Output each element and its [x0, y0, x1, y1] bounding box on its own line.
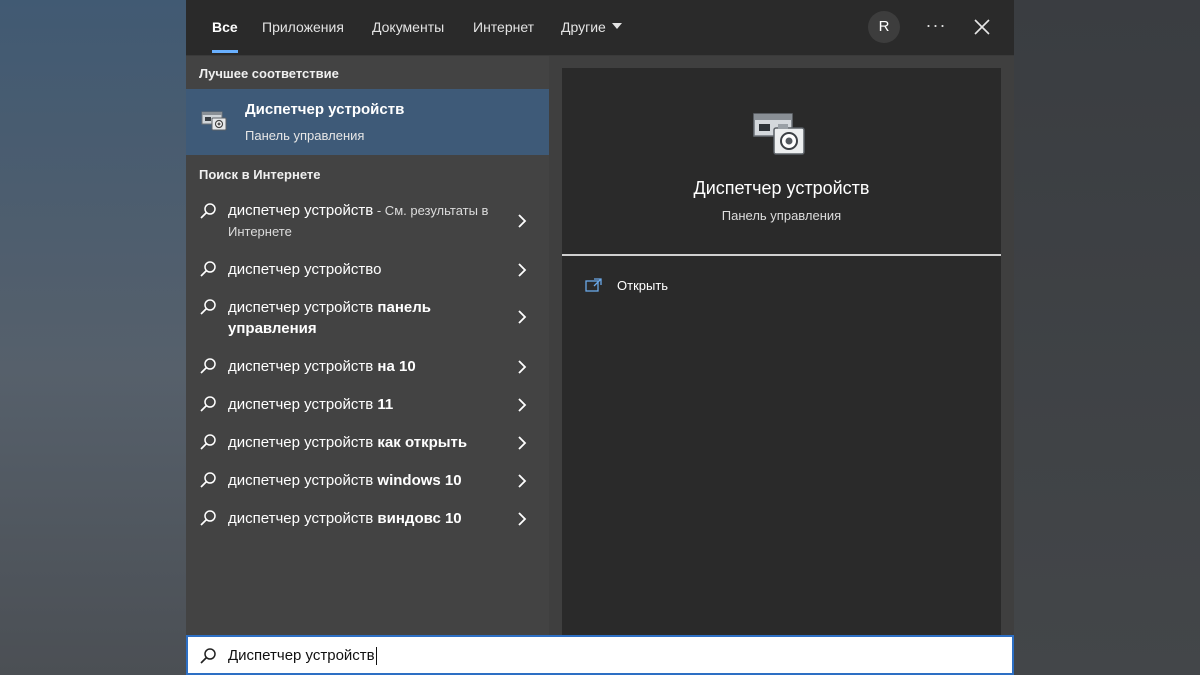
chevron-right-icon: [518, 263, 527, 277]
web-result-item[interactable]: диспетчер устройств панель управления: [186, 295, 549, 343]
best-match-subtitle: Панель управления: [245, 128, 365, 143]
preview-divider: [562, 254, 1001, 256]
tab-apps[interactable]: Приложения: [262, 0, 344, 55]
preview-subtitle: Панель управления: [721, 208, 842, 223]
tab-more[interactable]: Другие: [561, 0, 622, 55]
search-icon: [200, 472, 216, 488]
search-icon: [200, 203, 216, 219]
tab-all[interactable]: Все: [212, 0, 238, 55]
open-action-label: Открыть: [617, 278, 669, 293]
account-avatar[interactable]: R: [868, 11, 900, 43]
search-icon: [200, 434, 216, 450]
more-options-icon[interactable]: ···: [923, 11, 949, 43]
web-result-text: диспетчер устройств: [228, 396, 374, 413]
desktop-background-right: [1014, 0, 1200, 675]
web-result-item[interactable]: диспетчер устройств 11: [186, 392, 549, 420]
open-external-icon: [585, 278, 602, 292]
search-box[interactable]: Диспетчер устройств: [186, 635, 1014, 675]
web-result-item[interactable]: диспетчер устройств виндовс 10: [186, 506, 549, 534]
tab-web[interactable]: Интернет: [473, 0, 534, 55]
web-result-bold: на 10: [373, 358, 416, 375]
search-icon: [200, 510, 216, 526]
search-tabs-bar: Все Приложения Документы Интернет Другие…: [186, 0, 1014, 56]
web-result-text: диспетчер устройство: [228, 261, 382, 278]
web-result-text: диспетчер устройств: [228, 510, 374, 527]
web-result-bold: windows 10: [373, 472, 462, 489]
preview-pane: Диспетчер устройств Панель управления От…: [549, 56, 1014, 635]
search-icon: [200, 261, 216, 277]
chevron-right-icon: [518, 214, 527, 228]
chevron-right-icon: [518, 512, 527, 526]
text-cursor: [375, 647, 377, 666]
results-list: Лучшее соответствие Диспетчер устройств …: [186, 56, 549, 635]
search-icon: [200, 396, 216, 412]
web-result-bold: 11: [373, 396, 394, 413]
search-icon: [200, 648, 216, 664]
chevron-right-icon: [518, 310, 527, 324]
web-result-bold: виндовс 10: [373, 510, 462, 527]
caret-down-icon: [611, 23, 622, 30]
web-result-bold: как открыть: [373, 434, 468, 451]
search-input-value: Диспетчер устройств: [228, 647, 375, 664]
device-manager-icon: [201, 111, 227, 131]
web-result-text: диспетчер устройств: [228, 202, 374, 219]
search-input[interactable]: Диспетчер устройств: [228, 647, 377, 666]
web-search-heading: Поиск в Интернете: [199, 167, 321, 182]
preview-card: Диспетчер устройств Панель управления От…: [562, 68, 1001, 635]
web-result-item[interactable]: диспетчер устройств windows 10: [186, 468, 549, 496]
chevron-right-icon: [518, 398, 527, 412]
chevron-right-icon: [518, 474, 527, 488]
search-icon: [200, 358, 216, 374]
search-icon: [200, 299, 216, 315]
web-result-item[interactable]: диспетчер устройств на 10: [186, 354, 549, 382]
close-icon[interactable]: [969, 11, 995, 43]
chevron-right-icon: [518, 436, 527, 450]
chevron-right-icon: [518, 360, 527, 374]
desktop-background-left: [0, 0, 186, 675]
web-result-item[interactable]: диспетчер устройств как открыть: [186, 430, 549, 458]
web-result-text: диспетчер устройств: [228, 299, 374, 316]
web-result-text: диспетчер устройств: [228, 434, 374, 451]
preview-title: Диспетчер устройств: [693, 178, 870, 198]
web-result-text: диспетчер устройств: [228, 472, 374, 489]
tab-more-label: Другие: [561, 19, 606, 35]
best-match-item[interactable]: Диспетчер устройств Панель управления: [186, 89, 549, 155]
web-result-item[interactable]: диспетчер устройство: [186, 257, 549, 285]
best-match-title: Диспетчер устройств: [245, 101, 405, 118]
best-match-heading: Лучшее соответствие: [199, 66, 339, 81]
device-manager-icon: [753, 113, 805, 155]
search-panel: Все Приложения Документы Интернет Другие…: [186, 0, 1014, 675]
web-result-text: диспетчер устройств: [228, 358, 374, 375]
tab-documents[interactable]: Документы: [372, 0, 444, 55]
web-result-item[interactable]: диспетчер устройств - См. результаты в И…: [186, 198, 549, 248]
